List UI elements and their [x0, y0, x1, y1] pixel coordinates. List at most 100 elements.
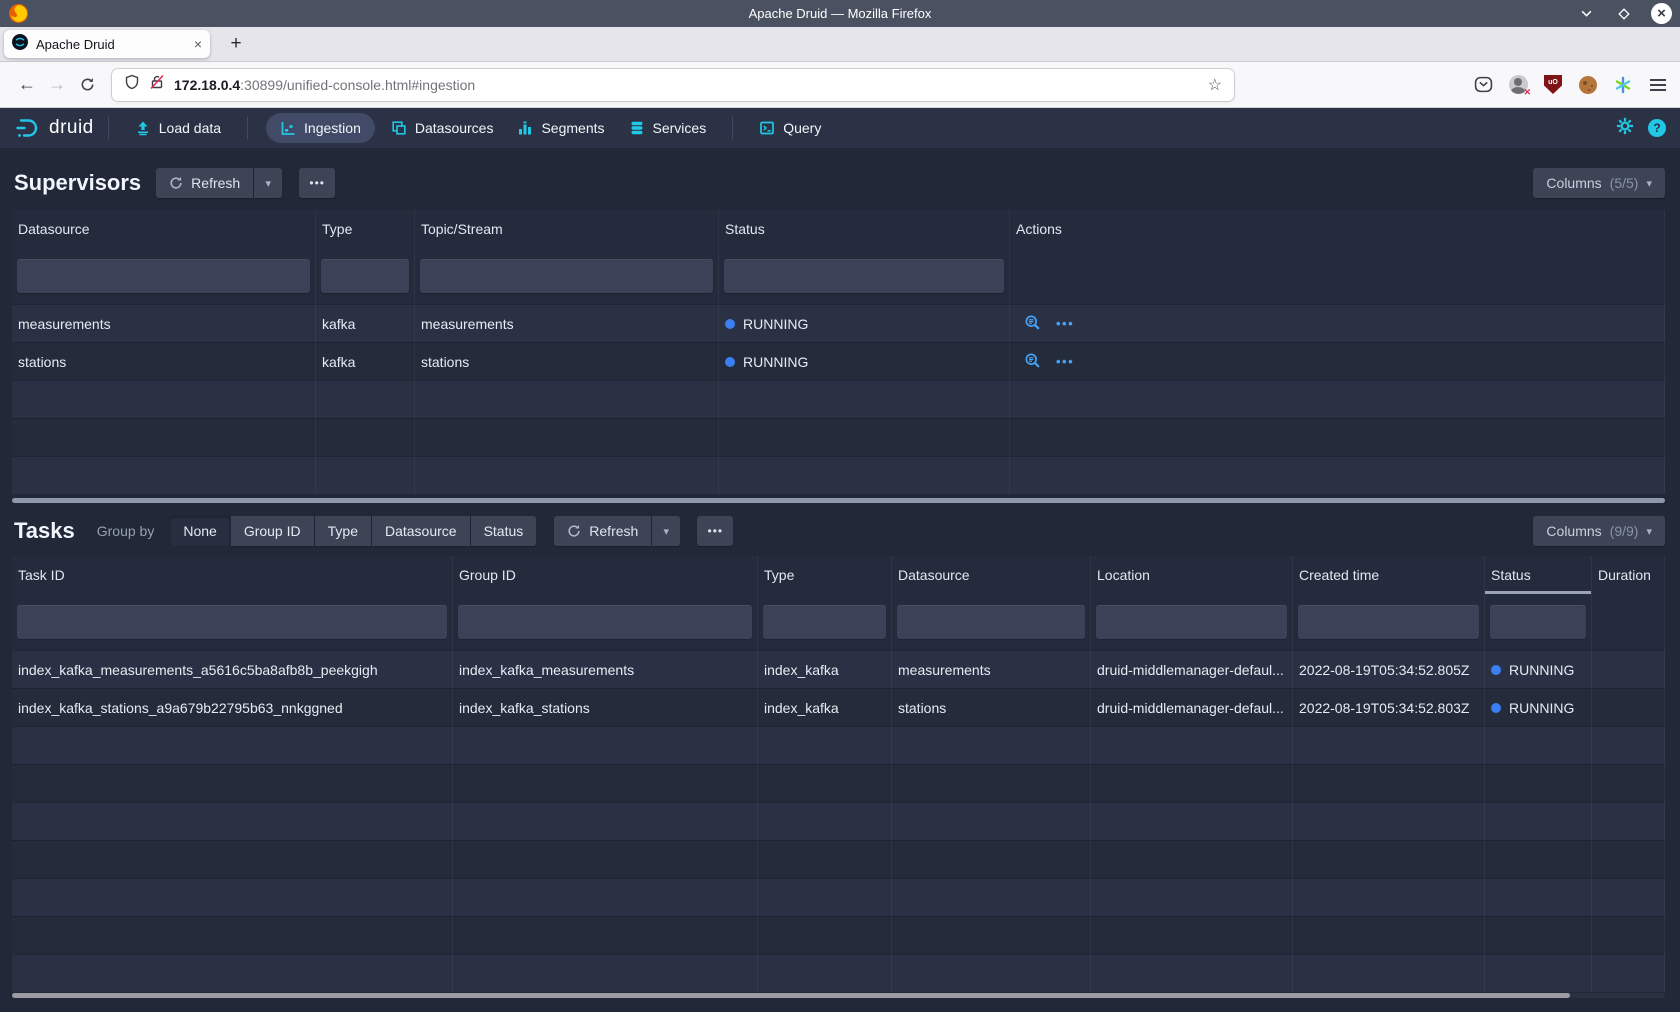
supervisor-row: stations kafka stations RUNNING •••	[12, 342, 1665, 380]
empty-row	[12, 418, 1665, 456]
column-header-duration[interactable]: Duration	[1592, 556, 1665, 594]
help-icon[interactable]: ?	[1648, 119, 1666, 137]
empty-cell	[12, 878, 453, 916]
druid-navbar: druid Load data Ingestion Datasources Se…	[0, 108, 1680, 148]
group-by-type[interactable]: Type	[315, 516, 371, 546]
filter-topic-stream-input[interactable]	[420, 259, 713, 293]
empty-cell	[892, 954, 1091, 992]
browser-tab[interactable]: Apache Druid ×	[4, 30, 210, 58]
nav-ingestion[interactable]: Ingestion	[266, 113, 375, 143]
nav-segments[interactable]: Segments	[505, 108, 616, 148]
tasks-columns-button[interactable]: Columns (9/9) ▾	[1533, 516, 1665, 546]
column-header-datasource[interactable]: Datasource	[892, 556, 1091, 594]
tasks-refresh-dropdown[interactable]: ▾	[652, 516, 680, 546]
maximize-icon[interactable]	[1613, 3, 1635, 25]
filter-type-input[interactable]	[321, 259, 409, 293]
account-icon[interactable]: ✕	[1508, 75, 1528, 95]
column-header-type[interactable]: Type	[758, 556, 892, 594]
minimize-icon[interactable]	[1575, 3, 1597, 25]
column-header-created-time[interactable]: Created time	[1293, 556, 1485, 594]
nav-load-data[interactable]: Load data	[123, 108, 233, 148]
cell-type: kafka	[316, 342, 415, 380]
cookie-icon[interactable]	[1578, 75, 1598, 95]
session-manager-icon[interactable]	[1613, 75, 1633, 95]
group-by-status[interactable]: Status	[471, 516, 537, 546]
settings-gear-icon[interactable]	[1616, 117, 1634, 140]
ublock-icon[interactable]: uO	[1543, 75, 1563, 95]
filter-task-id-input[interactable]	[17, 605, 447, 639]
browser-tab-bar: Apache Druid × +	[0, 27, 1680, 62]
cell-type: kafka	[316, 304, 415, 342]
empty-cell	[1592, 878, 1665, 916]
supervisors-hscrollbar[interactable]	[12, 498, 1665, 503]
tasks-hscrollbar[interactable]	[12, 993, 1570, 998]
empty-cell	[12, 916, 453, 954]
back-button[interactable]: ←	[12, 74, 42, 95]
row-actions-menu-icon[interactable]: •••	[1056, 316, 1074, 331]
column-header-group-id[interactable]: Group ID	[453, 556, 758, 594]
filter-datasource-input[interactable]	[897, 605, 1085, 639]
filter-created-time-input[interactable]	[1298, 605, 1479, 639]
column-header-datasource[interactable]: Datasource	[12, 210, 316, 248]
empty-cell	[758, 726, 892, 764]
insecure-lock-icon[interactable]	[149, 74, 165, 95]
empty-cell	[12, 764, 453, 802]
nav-query[interactable]: Query	[747, 108, 833, 148]
filter-type-input[interactable]	[763, 605, 886, 639]
filter-location-input[interactable]	[1096, 605, 1287, 639]
inspect-magnifier-icon[interactable]	[1024, 314, 1041, 334]
window-controls: ×	[1575, 0, 1672, 27]
forward-button[interactable]: →	[42, 74, 72, 95]
empty-cell	[758, 878, 892, 916]
empty-cell	[1091, 878, 1293, 916]
pocket-icon[interactable]	[1473, 75, 1493, 95]
column-header-status[interactable]: Status	[1485, 556, 1592, 594]
supervisors-empty-rows	[12, 380, 1665, 494]
tasks-more-button[interactable]: •••	[697, 516, 733, 546]
supervisors-refresh-button[interactable]: Refresh	[156, 168, 253, 198]
group-by-datasource[interactable]: Datasource	[372, 516, 470, 546]
new-tab-button[interactable]: +	[222, 33, 250, 55]
filter-group-id-input[interactable]	[458, 605, 752, 639]
shield-icon[interactable]	[124, 74, 140, 95]
column-header-task-id[interactable]: Task ID	[12, 556, 453, 594]
empty-cell	[12, 840, 453, 878]
empty-cell	[1091, 726, 1293, 764]
group-by-none[interactable]: None	[170, 516, 229, 546]
supervisors-refresh-dropdown[interactable]: ▾	[254, 168, 282, 198]
supervisors-more-button[interactable]: •••	[299, 168, 335, 198]
supervisors-columns-button[interactable]: Columns (5/5) ▾	[1533, 168, 1665, 198]
filter-status-input[interactable]	[1490, 605, 1586, 639]
bookmark-star-icon[interactable]: ☆	[1208, 75, 1222, 95]
filter-status-input[interactable]	[724, 259, 1004, 293]
druid-console: Supervisors Refresh ▾ ••• Columns (5/5) …	[0, 148, 1680, 1012]
empty-row	[12, 726, 1665, 764]
tasks-refresh-button[interactable]: Refresh	[554, 516, 651, 546]
close-icon[interactable]: ×	[1651, 3, 1672, 24]
column-header-topic-stream[interactable]: Topic/Stream	[415, 210, 719, 248]
cell-type: index_kafka	[758, 688, 892, 726]
column-header-status[interactable]: Status	[719, 210, 1010, 248]
empty-cell	[1293, 916, 1485, 954]
filter-datasource-input[interactable]	[17, 259, 310, 293]
menu-icon[interactable]	[1648, 75, 1668, 95]
url-bar[interactable]: 172.18.0.4:30899/unified-console.html#in…	[112, 69, 1234, 101]
empty-cell	[453, 916, 758, 954]
status-dot	[725, 319, 735, 329]
tab-close-icon[interactable]: ×	[194, 36, 202, 52]
group-by-group-id[interactable]: Group ID	[231, 516, 314, 546]
empty-cell	[758, 764, 892, 802]
inspect-magnifier-icon[interactable]	[1024, 352, 1041, 372]
column-header-type[interactable]: Type	[316, 210, 415, 248]
empty-cell	[1091, 840, 1293, 878]
services-icon	[629, 120, 645, 136]
nav-services[interactable]: Services	[617, 108, 719, 148]
reload-button[interactable]	[72, 77, 102, 92]
cell-task-id: index_kafka_measurements_a5616c5ba8afb8b…	[12, 650, 453, 688]
empty-cell	[12, 726, 453, 764]
nav-datasources[interactable]: Datasources	[379, 108, 506, 148]
status-dot	[725, 357, 735, 367]
row-actions-menu-icon[interactable]: •••	[1056, 354, 1074, 369]
column-header-location[interactable]: Location	[1091, 556, 1293, 594]
empty-cell	[758, 954, 892, 992]
